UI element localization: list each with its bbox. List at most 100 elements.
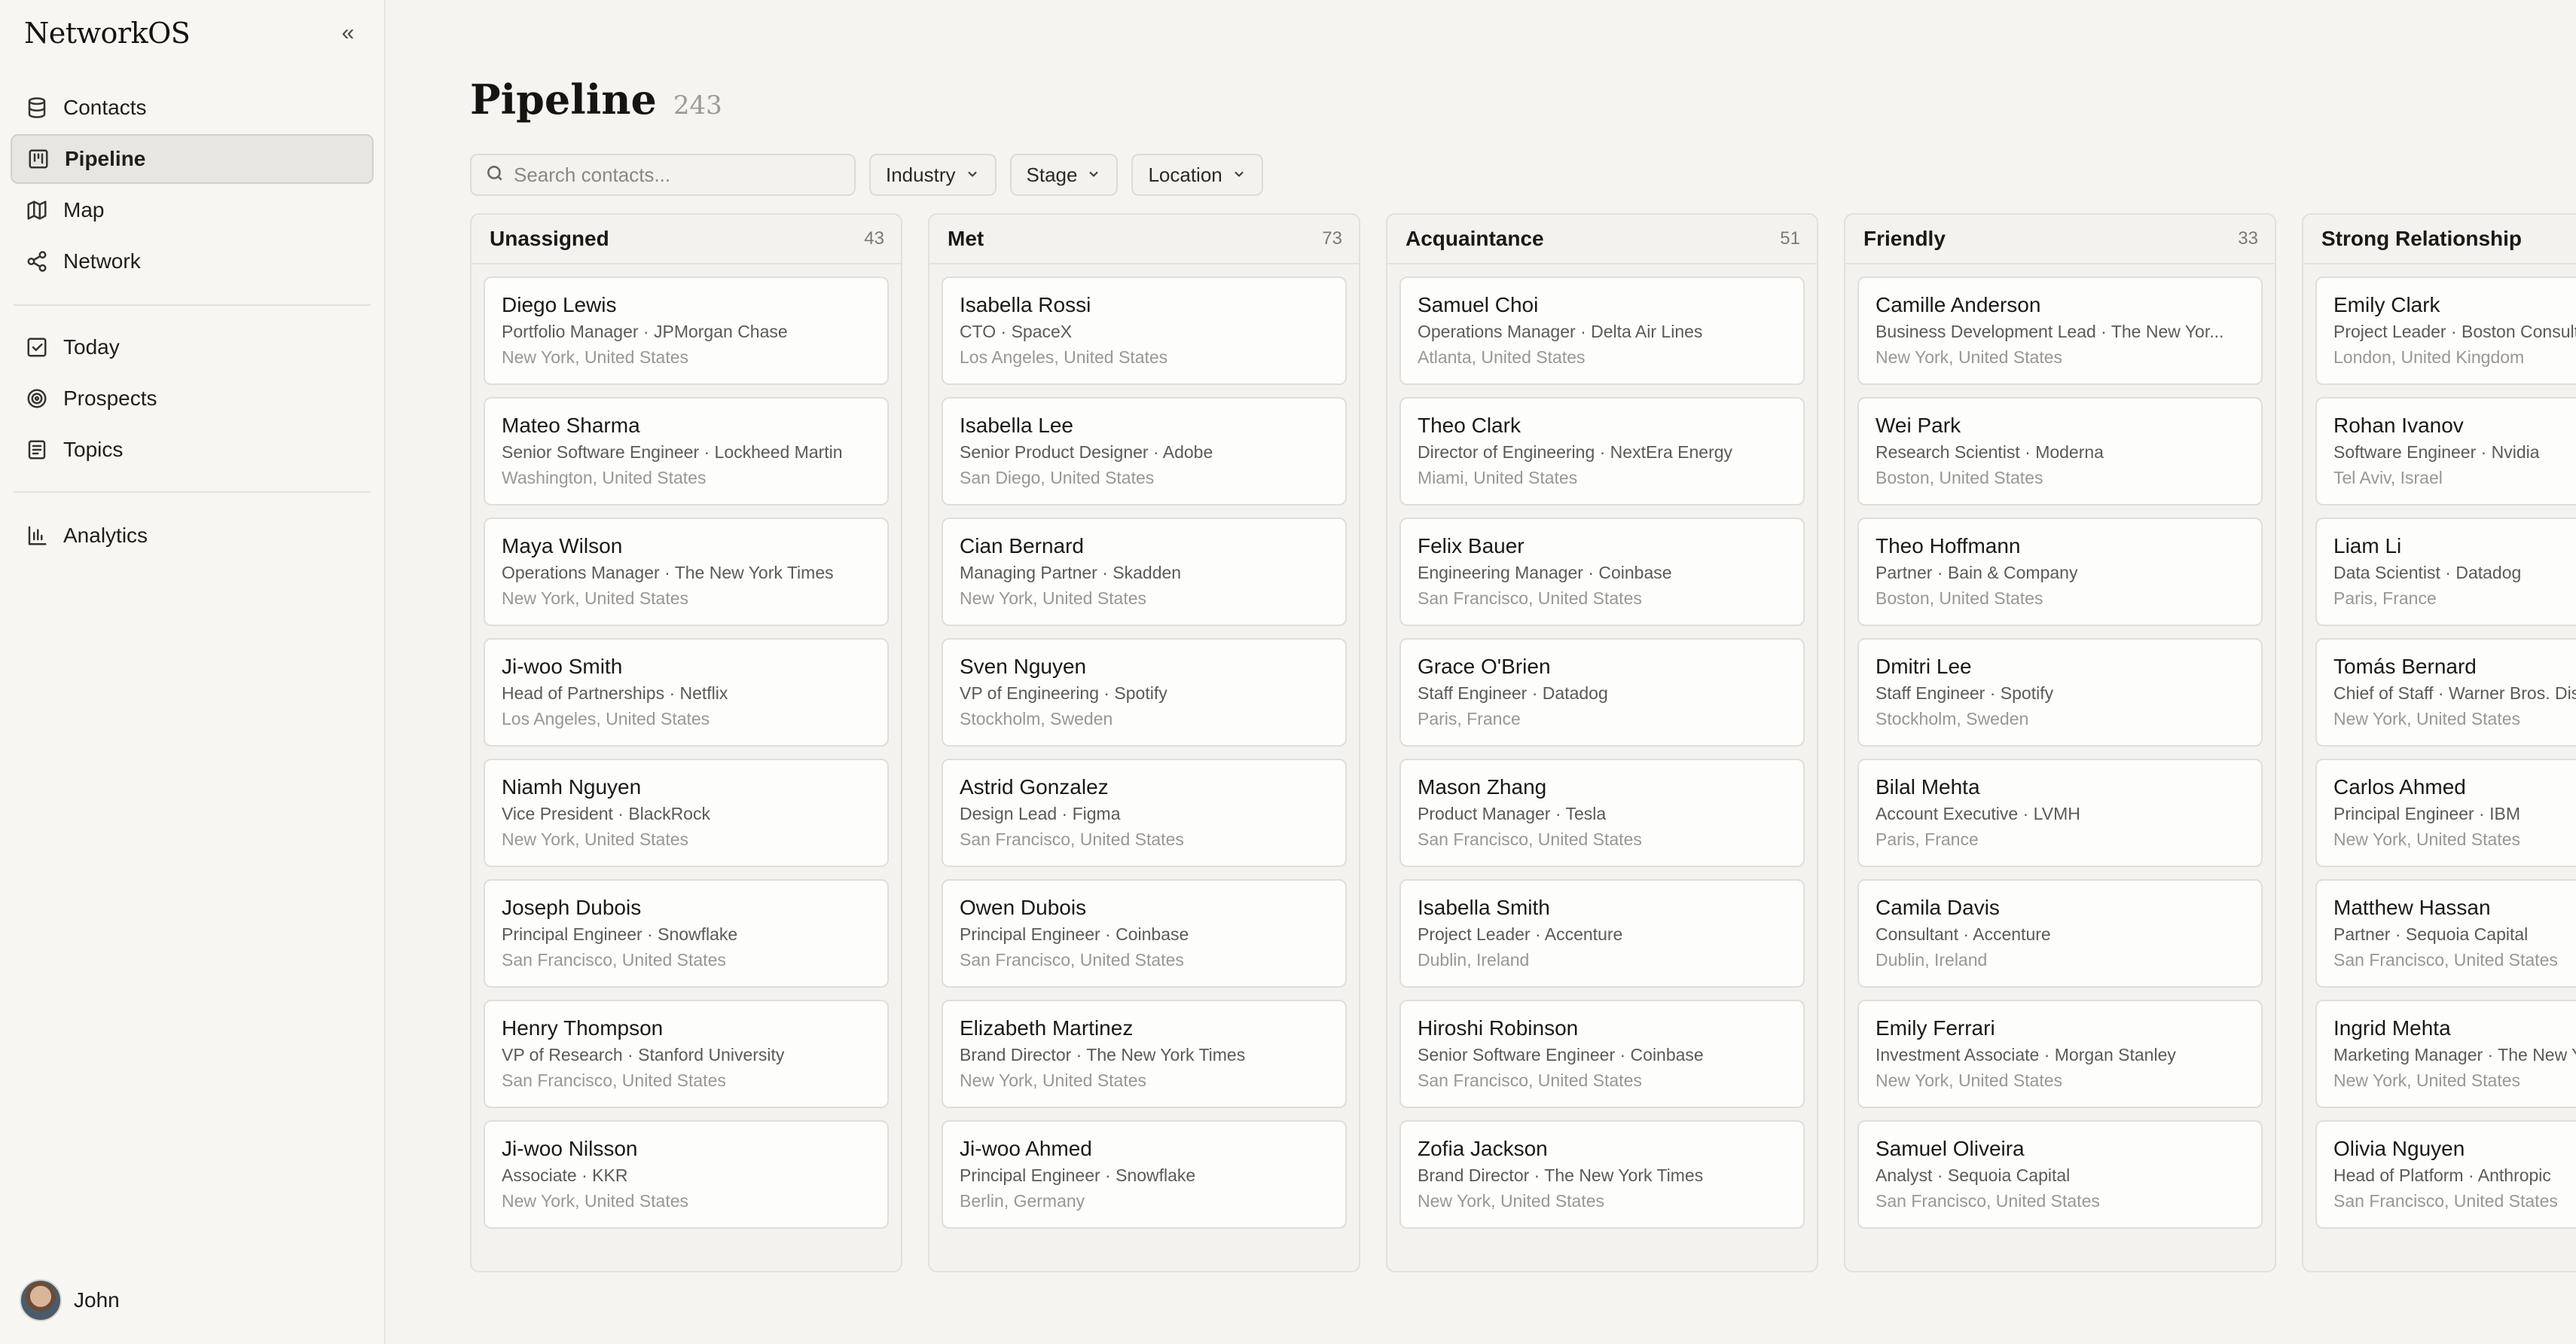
- column-count: 73: [1322, 228, 1342, 249]
- contact-card[interactable]: Ji-woo Nilsson Associate · KKR New York, U…: [484, 1120, 889, 1229]
- contact-card[interactable]: Ji-woo Ahmed Principal Engineer · Snowfla…: [942, 1120, 1347, 1229]
- contact-card[interactable]: Camila Davis Consultant · Accenture Dublin…: [1857, 879, 2263, 988]
- contact-location: San Francisco, United States: [2333, 1191, 2558, 1211]
- contact-location: Paris, France: [1418, 709, 1521, 729]
- contact-card[interactable]: Mateo Sharma Senior Software Engineer · L…: [484, 397, 889, 506]
- contact-location: Berlin, Germany: [960, 1191, 1085, 1211]
- contact-card[interactable]: Sven Nguyen VP of Engineering · Spotify St…: [942, 638, 1347, 747]
- contact-role: Business Development Lead · The New Yor.…: [1876, 322, 2224, 341]
- contact-role: Project Leader · Accenture: [1418, 924, 1623, 944]
- contact-card[interactable]: Isabella Smith Project Leader · Accenture…: [1399, 879, 1805, 988]
- sidebar-item-label: Map: [63, 198, 105, 221]
- contact-card[interactable]: Olivia Nguyen Head of Platform · Anthropi…: [2315, 1120, 2576, 1229]
- contact-card[interactable]: Tomás Bernard Chief of Staff · Warner Bro…: [2315, 638, 2576, 747]
- contact-card[interactable]: Ingrid Mehta Marketing Manager · The New …: [2315, 1000, 2576, 1108]
- contact-location: New York, United States: [2333, 829, 2521, 849]
- contact-location: San Francisco, United States: [502, 1071, 726, 1090]
- contact-role: Director of Engineering · NextEra Energy: [1418, 442, 1733, 462]
- contact-name: Theo Clark: [1418, 414, 1521, 437]
- contact-role: Staff Engineer · Spotify: [1876, 683, 2054, 703]
- pipeline-board: Unassigned 43 Diego Lewis Portfolio Manager…: [470, 213, 2576, 1272]
- contact-card[interactable]: Henry Thompson VP of Research · Stanford …: [484, 1000, 889, 1108]
- sidebar-item-today[interactable]: Today: [11, 322, 374, 372]
- contact-name: Owen Dubois: [960, 896, 1087, 919]
- contact-card[interactable]: Mason Zhang Product Manager · Tesla San Fr…: [1399, 759, 1805, 867]
- search-icon: [485, 163, 505, 187]
- contact-card[interactable]: Maya Wilson Operations Manager · The New …: [484, 518, 889, 626]
- contact-role: Research Scientist · Moderna: [1876, 442, 2104, 462]
- industry-filter[interactable]: Industry: [869, 154, 997, 196]
- chevron-down-icon: [965, 163, 980, 187]
- contact-location: San Francisco, United States: [1418, 1071, 1642, 1090]
- sidebar-item-network[interactable]: Network: [11, 237, 374, 286]
- contact-card[interactable]: Matthew Hassan Partner · Sequoia Capital S…: [2315, 879, 2576, 988]
- contact-location: London, United Kingdom: [2333, 347, 2525, 367]
- contact-card[interactable]: Diego Lewis Portfolio Manager · JPMorgan …: [484, 276, 889, 385]
- contact-card[interactable]: Grace O'Brien Staff Engineer · Datadog Par…: [1399, 638, 1805, 747]
- contact-name: Henry Thompson: [502, 1016, 664, 1040]
- contact-card[interactable]: Wei Park Research Scientist · Moderna Bost…: [1857, 397, 2263, 506]
- contact-card[interactable]: Emily Clark Project Leader · Boston Consu…: [2315, 276, 2576, 385]
- contact-card[interactable]: Hiroshi Robinson Senior Software Engineer…: [1399, 1000, 1805, 1108]
- contact-name: Dmitri Lee: [1876, 655, 1972, 678]
- contact-card[interactable]: Owen Dubois Principal Engineer · Coinbase…: [942, 879, 1347, 988]
- contact-role: Marketing Manager · The New York Times: [2333, 1045, 2576, 1065]
- contact-role: Project Leader · Boston Consulting Group: [2333, 322, 2576, 341]
- contact-card[interactable]: Felix Bauer Engineering Manager · Coinbas…: [1399, 518, 1805, 626]
- contact-location: New York, United States: [502, 1191, 689, 1211]
- sidebar-item-prospects[interactable]: Prospects: [11, 374, 374, 423]
- contact-location: San Francisco, United States: [1876, 1191, 2100, 1211]
- contact-card[interactable]: Zofia Jackson Brand Director · The New Yo…: [1399, 1120, 1805, 1229]
- contact-role: Brand Director · The New York Times: [1418, 1165, 1704, 1185]
- contact-card[interactable]: Bilal Mehta Account Executive · LVMH Paris…: [1857, 759, 2263, 867]
- contact-location: Tel Aviv, Israel: [2333, 468, 2443, 487]
- contact-card[interactable]: Niamh Nguyen Vice President · BlackRock Ne…: [484, 759, 889, 867]
- user-menu[interactable]: John: [20, 1279, 120, 1321]
- pipeline-column: Strong Relationship Emily Clark Project Le…: [2302, 213, 2576, 1272]
- contact-card[interactable]: Astrid Gonzalez Design Lead · Figma San Fr…: [942, 759, 1347, 867]
- contact-card[interactable]: Samuel Choi Operations Manager · Delta Ai…: [1399, 276, 1805, 385]
- location-filter[interactable]: Location: [1131, 154, 1263, 196]
- contact-name: Rohan Ivanov: [2333, 414, 2464, 437]
- contact-card[interactable]: Dmitri Lee Staff Engineer · Spotify Stockh…: [1857, 638, 2263, 747]
- search-input[interactable]: [514, 163, 845, 187]
- contact-location: Dublin, Ireland: [1418, 950, 1530, 970]
- stage-filter[interactable]: Stage: [1009, 154, 1119, 196]
- contact-role: Product Manager · Tesla: [1418, 804, 1607, 823]
- filter-label: Stage: [1026, 163, 1078, 186]
- contact-name: Isabella Smith: [1418, 896, 1550, 919]
- contact-card[interactable]: Ji-woo Smith Head of Partnerships · Netfl…: [484, 638, 889, 747]
- contact-card[interactable]: Joseph Dubois Principal Engineer · Snowfl…: [484, 879, 889, 988]
- collapse-sidebar-icon[interactable]: «: [336, 20, 360, 45]
- contact-card[interactable]: Isabella Rossi CTO · SpaceX Los Angeles, U…: [942, 276, 1347, 385]
- contact-location: San Francisco, United States: [2333, 950, 2558, 970]
- contact-card[interactable]: Camille Anderson Business Development Lea…: [1857, 276, 2263, 385]
- page-header: Pipeline 243: [470, 75, 722, 124]
- contact-card[interactable]: Carlos Ahmed Principal Engineer · IBM New …: [2315, 759, 2576, 867]
- contact-location: San Francisco, United States: [960, 950, 1184, 970]
- sidebar-item-pipeline[interactable]: Pipeline: [11, 134, 374, 184]
- contact-card[interactable]: Theo Hoffmann Partner · Bain & Company Bos…: [1857, 518, 2263, 626]
- contact-card[interactable]: Rohan Ivanov Software Engineer · Nvidia Te…: [2315, 397, 2576, 506]
- sidebar-item-contacts[interactable]: Contacts: [11, 83, 374, 133]
- contact-name: Niamh Nguyen: [502, 775, 642, 799]
- contact-card[interactable]: Isabella Lee Senior Product Designer · Ad…: [942, 397, 1347, 506]
- contact-name: Samuel Choi: [1418, 293, 1539, 316]
- contact-card[interactable]: Cian Bernard Managing Partner · Skadden Ne…: [942, 518, 1347, 626]
- sidebar-item-analytics[interactable]: Analytics: [11, 511, 374, 561]
- contact-card[interactable]: Samuel Oliveira Analyst · Sequoia Capital…: [1857, 1120, 2263, 1229]
- sidebar-item-map[interactable]: Map: [11, 185, 374, 235]
- contact-location: Atlanta, United States: [1418, 347, 1586, 367]
- contact-card[interactable]: Theo Clark Director of Engineering · Next…: [1399, 397, 1805, 506]
- contact-role: Data Scientist · Datadog: [2333, 563, 2522, 582]
- contact-role: Principal Engineer · IBM: [2333, 804, 2520, 823]
- contact-card[interactable]: Elizabeth Martinez Brand Director · The N…: [942, 1000, 1347, 1108]
- contact-location: New York, United States: [502, 829, 689, 849]
- sidebar-divider: [14, 304, 371, 306]
- contact-card[interactable]: Emily Ferrari Investment Associate · Morg…: [1857, 1000, 2263, 1108]
- contact-card[interactable]: Liam Li Data Scientist · Datadog Paris, Fr…: [2315, 518, 2576, 626]
- contact-name: Isabella Rossi: [960, 293, 1091, 316]
- sidebar-item-topics[interactable]: Topics: [11, 425, 374, 475]
- page-title: Pipeline: [470, 75, 657, 124]
- contact-name: Hiroshi Robinson: [1418, 1016, 1579, 1040]
